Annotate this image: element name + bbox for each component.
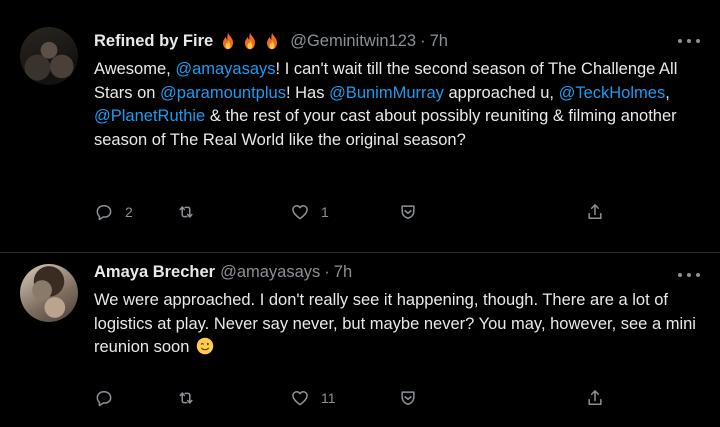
avatar[interactable] [20,264,78,322]
emoji-badges [218,31,284,51]
avatar[interactable] [20,27,78,85]
timestamp[interactable]: 7h [334,263,352,282]
fire-icon [262,31,282,51]
fire-icon [240,31,260,51]
text-segment: We were approached. I don't really see i… [94,291,696,356]
author-handle[interactable]: @amayasays [220,263,320,282]
reply-button[interactable]: 2 [94,200,133,224]
mention-link[interactable]: @TeckHolmes [559,84,666,102]
tweet-text: Awesome, @amayasays! I can't wait till t… [94,58,704,152]
reply-count: 2 [125,204,133,220]
share-icon [588,204,602,219]
share-icon [588,390,602,405]
separator-dot: · [420,31,426,50]
separator-dot: · [324,262,330,281]
share-button[interactable] [585,386,605,410]
retweet-button[interactable] [176,200,207,224]
mention-link[interactable]: @PlanetRuthie [94,107,205,125]
tweet-header: Amaya Brecher @amayasays · 7h [94,260,352,284]
more-options-icon[interactable] [678,36,700,46]
heart-icon [292,391,308,406]
text-segment: approached u, [443,83,559,102]
tweet-text: We were approached. I don't really see i… [94,289,704,360]
more-options-icon[interactable] [678,270,700,280]
action-bar: 2 1 [0,200,720,224]
react-button[interactable] [398,200,418,224]
reply-icon [96,391,112,407]
tweet-1[interactable]: Refined by Fire @Geminitwin123 · 7h Awes… [0,0,720,252]
action-bar: 11 [0,386,720,410]
text-segment: , [665,83,670,102]
like-button[interactable]: 1 [290,200,329,224]
text-segment: Awesome, [94,60,176,78]
text-segment: ! Has [285,83,330,102]
tweet-header: Refined by Fire @Geminitwin123 · 7h [94,29,448,53]
retweet-icon [179,206,193,218]
author-name[interactable]: Amaya Brecher [94,263,215,282]
like-count: 11 [321,390,336,406]
like-button[interactable]: 11 [290,386,336,410]
heart-icon [292,205,308,220]
author-name[interactable]: Refined by Fire [94,32,213,51]
retweet-icon [179,392,193,404]
mention-link[interactable]: @paramountplus [160,84,286,102]
mention-link[interactable]: @BunimMurray [329,84,444,102]
like-count: 1 [321,204,329,220]
fire-icon [218,31,238,51]
reply-button[interactable] [94,386,125,410]
shield-check-icon [401,205,415,219]
retweet-button[interactable] [176,386,207,410]
shield-check-icon [401,391,415,405]
winking-face-emoji [196,337,214,355]
timestamp[interactable]: 7h [430,32,448,51]
share-button[interactable] [585,200,605,224]
mention-link[interactable]: @amayasays [175,60,275,78]
react-button[interactable] [398,386,418,410]
author-handle[interactable]: @Geminitwin123 [290,32,416,51]
reply-icon [96,205,112,221]
